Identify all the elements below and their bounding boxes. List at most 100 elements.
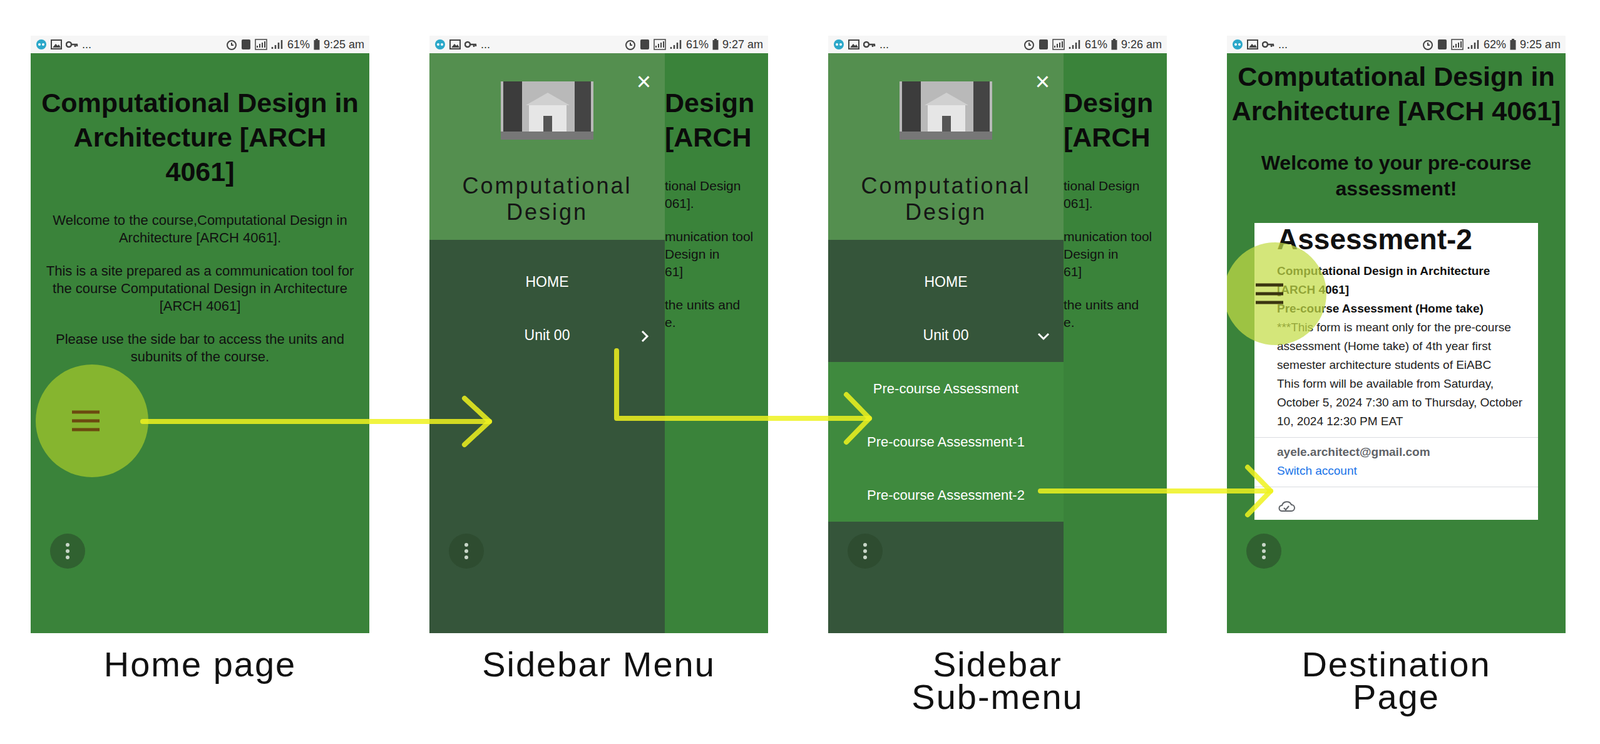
header-photo xyxy=(500,81,594,140)
close-button[interactable]: × xyxy=(1035,67,1050,96)
arrow-icon xyxy=(846,394,870,442)
more-indicator: ... xyxy=(1278,38,1288,52)
page-behind: Design[ARCHtional Design061].munication … xyxy=(664,53,769,633)
menu-label: Unit 00 xyxy=(923,326,970,344)
text-fragment: Design in xyxy=(664,245,769,263)
form-description: This form will be available from Saturda… xyxy=(1276,374,1526,431)
arrow-icon xyxy=(464,398,490,445)
alarm-icon xyxy=(624,38,636,51)
arrow-icon xyxy=(1040,488,1271,494)
spacer xyxy=(429,81,501,140)
sidebar-screen: × Computational Design HOMEUnit 00Design[A… xyxy=(429,53,769,633)
alarm-icon xyxy=(1023,38,1035,51)
text-fragment: tional Design xyxy=(664,177,769,195)
menu-item[interactable]: HOME xyxy=(429,255,665,309)
status-left: ... xyxy=(434,38,491,52)
status-right: 62%9:25 am xyxy=(1422,38,1561,52)
key-icon xyxy=(65,40,79,49)
submenu-item[interactable]: Pre-course Assessment-1 xyxy=(828,415,1064,469)
divider xyxy=(1254,486,1539,488)
phone-screenshot: ...61%9:25 amComputational Design in Arc… xyxy=(30,35,370,633)
wifi-signal-icon xyxy=(254,38,268,51)
status-left: ... xyxy=(833,38,889,52)
chevron-right-icon[interactable] xyxy=(638,329,652,342)
menu-button[interactable] xyxy=(1226,242,1327,345)
drawer-top: × xyxy=(429,81,665,140)
close-button[interactable]: × xyxy=(636,67,652,96)
status-bar: ... 61% 9:26 am xyxy=(828,35,1167,54)
status-right: 61% 9:26 am xyxy=(1023,38,1162,52)
clock: 9:27 am xyxy=(722,38,764,52)
status-right: 61%9:27 am xyxy=(624,38,764,52)
submenu-item[interactable]: Pre-course Assessment-2 xyxy=(828,468,1064,522)
vertical-dots-icon xyxy=(463,542,469,560)
step-caption: DestinationPage xyxy=(1301,647,1491,713)
sim-icon xyxy=(1437,38,1448,51)
hamburger-icon xyxy=(70,408,101,434)
signal-icon xyxy=(669,38,683,51)
clock: 9:25 am xyxy=(1519,38,1561,52)
menu-item[interactable]: Unit 00 xyxy=(828,308,1064,362)
submenu-item[interactable]: Pre-course Assessment xyxy=(828,361,1064,416)
title-fragment: Design xyxy=(664,85,769,121)
caption-line: Sidebar xyxy=(932,647,1063,681)
caption-line: Home page xyxy=(103,647,297,681)
battery-level: 61% xyxy=(1084,38,1108,52)
more-options-button[interactable] xyxy=(448,533,484,569)
text-fragment: 061]. xyxy=(1063,194,1167,213)
status-left: ... xyxy=(1231,38,1288,52)
menu-item[interactable]: Unit 00 xyxy=(429,308,665,362)
app-icon xyxy=(434,38,446,51)
course-title: Computational Design in Architecture [AR… xyxy=(1226,59,1566,129)
more-options-button[interactable] xyxy=(50,533,86,569)
sim-icon xyxy=(639,38,650,51)
status-bar: ...61%9:25 am xyxy=(30,35,370,54)
battery-icon xyxy=(712,38,719,51)
vertical-dots-icon xyxy=(1261,542,1267,560)
sidebar-screen: × Computational Design HOME Unit 00 Pre-cour… xyxy=(828,53,1167,633)
switch-account-link[interactable]: Switch account xyxy=(1276,461,1526,481)
drawer-header: × Computational Design xyxy=(828,53,1064,240)
menu-item[interactable]: HOME xyxy=(828,255,1064,309)
chevron-down-icon[interactable] xyxy=(1037,329,1050,342)
site-title: Computational Design xyxy=(828,172,1064,226)
app-icon xyxy=(35,38,47,51)
arrow-icon xyxy=(1247,466,1271,515)
title-fragment: [ARCH xyxy=(1063,120,1167,155)
image-icon xyxy=(1246,39,1259,50)
status-bar: ... 62%9:25 am xyxy=(1226,35,1566,54)
text-fragment: munication tool xyxy=(1063,227,1167,246)
caption-line: Destination xyxy=(1301,647,1491,681)
site-title: Computational Design xyxy=(429,172,665,226)
more-options-button[interactable] xyxy=(847,533,883,569)
step-caption: SidebarSub-menu xyxy=(911,647,1083,713)
arrow-icon xyxy=(616,350,870,419)
paragraph-fragment: tional Design061]. xyxy=(1063,177,1167,213)
image-icon xyxy=(848,39,860,50)
step-column: ... 61%9:27 am × Computational Design HOMEUn… xyxy=(429,35,769,713)
drawer-menu: HOMEUnit 00 xyxy=(429,239,665,362)
menu-label: HOME xyxy=(924,273,968,291)
sim-icon xyxy=(1038,38,1049,51)
cloud-icon xyxy=(1276,498,1296,514)
app-icon xyxy=(1231,38,1244,51)
drawer-menu: HOMEUnit 00Pre-course AssessmentPre-cour… xyxy=(828,239,1064,522)
drawer-header: × Computational Design xyxy=(429,53,665,240)
text-fragment: e. xyxy=(664,313,769,332)
home-screen: Computational Design in Architecture [AR… xyxy=(30,53,370,633)
clock: 9:26 am xyxy=(1121,38,1162,52)
menu-button[interactable] xyxy=(35,364,149,477)
key-icon xyxy=(1261,40,1275,49)
paragraph-fragment: munication toolDesign in61] xyxy=(1063,227,1167,281)
more-options-button[interactable] xyxy=(1246,533,1282,569)
sim-icon xyxy=(241,38,252,51)
battery-icon xyxy=(1111,38,1118,51)
more-indicator: ... xyxy=(480,38,491,52)
divider xyxy=(1254,436,1539,438)
wifi-signal-icon xyxy=(653,38,667,51)
paragraph-fragment: tional Design061]. xyxy=(664,177,769,213)
app-icon xyxy=(833,38,845,51)
battery-level: 61% xyxy=(287,38,310,52)
spacer xyxy=(828,81,900,140)
step-column: ... 61% 9:26 am × Computational Design HOME Un… xyxy=(828,35,1167,713)
